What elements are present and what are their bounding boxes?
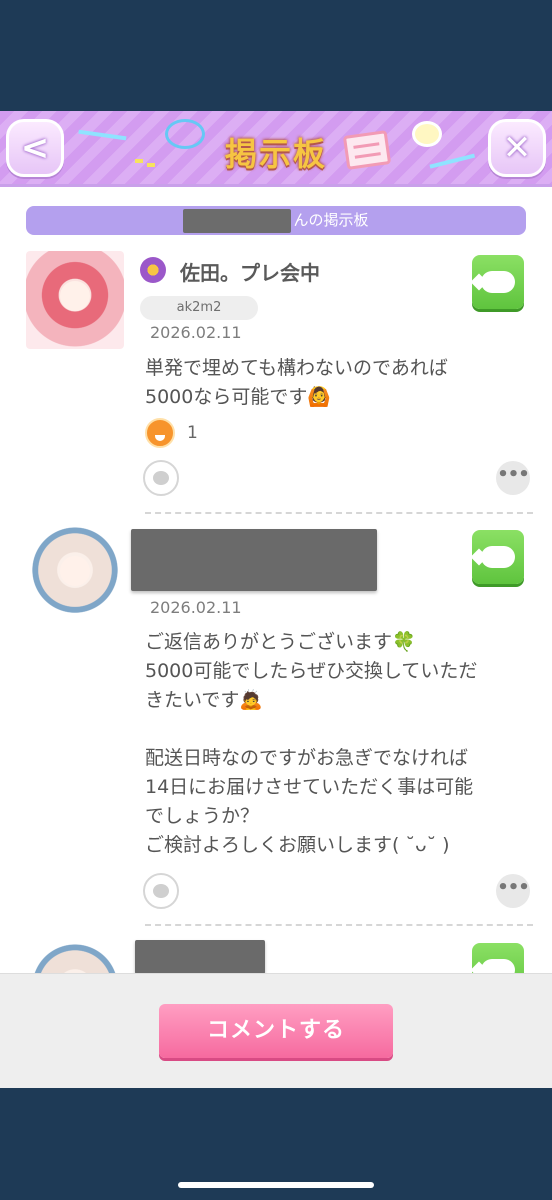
home-indicator[interactable] — [178, 1182, 374, 1188]
emoji-face-icon — [153, 471, 169, 485]
redacted-author-name — [135, 940, 265, 974]
post-divider — [145, 512, 533, 514]
board-name-label: んの掲示板 — [293, 211, 369, 229]
more-options-button[interactable]: ••• — [496, 874, 530, 908]
post-author[interactable]: 佐田。プレ会中 — [180, 257, 320, 286]
post-divider — [145, 924, 533, 926]
bottom-bar: コメントする — [0, 973, 552, 1088]
avatar[interactable] — [26, 526, 124, 624]
nickname-badge-icon — [140, 257, 166, 283]
post-body: 単発で埋めても構わないのであれば 5000なら可能です🙆 — [145, 357, 448, 408]
page-title: 掲示板 — [224, 135, 327, 173]
emoji-face-icon — [153, 884, 169, 898]
reaction-count: 1 — [187, 423, 198, 443]
reaction-summary[interactable]: 1 — [145, 418, 198, 448]
post-date: 2026.02.11 — [150, 598, 242, 617]
add-reaction-button[interactable] — [143, 460, 179, 496]
avatar-face — [60, 556, 90, 586]
post-body: ご返信ありがとうございます🍀 5000可能でしたらぜひ交換していただ きたいです… — [145, 631, 478, 856]
avatar[interactable] — [26, 251, 124, 349]
user-id-chip: ak2m2 — [140, 296, 258, 320]
avatar-face — [60, 281, 90, 311]
laughing-face-icon — [145, 418, 175, 448]
comment-button[interactable]: コメントする — [159, 1004, 393, 1058]
reply-button[interactable] — [472, 255, 524, 309]
reply-button[interactable] — [472, 530, 524, 584]
board-screen: < 掲示板 ✕ んの掲示板 佐田。プレ会中 ak2m2 2026.02.11 単… — [0, 111, 552, 1088]
more-options-button[interactable]: ••• — [496, 461, 530, 495]
redacted-username — [183, 208, 292, 233]
header: < 掲示板 ✕ — [0, 111, 552, 187]
board-name-bar: んの掲示板 — [26, 206, 526, 235]
reply-arrow-icon — [481, 271, 515, 293]
close-button[interactable]: ✕ — [488, 119, 546, 177]
close-icon: ✕ — [502, 128, 532, 168]
redacted-author-name — [131, 529, 377, 591]
add-reaction-button[interactable] — [143, 873, 179, 909]
post-date: 2026.02.11 — [150, 323, 242, 342]
reply-arrow-icon — [481, 546, 515, 568]
